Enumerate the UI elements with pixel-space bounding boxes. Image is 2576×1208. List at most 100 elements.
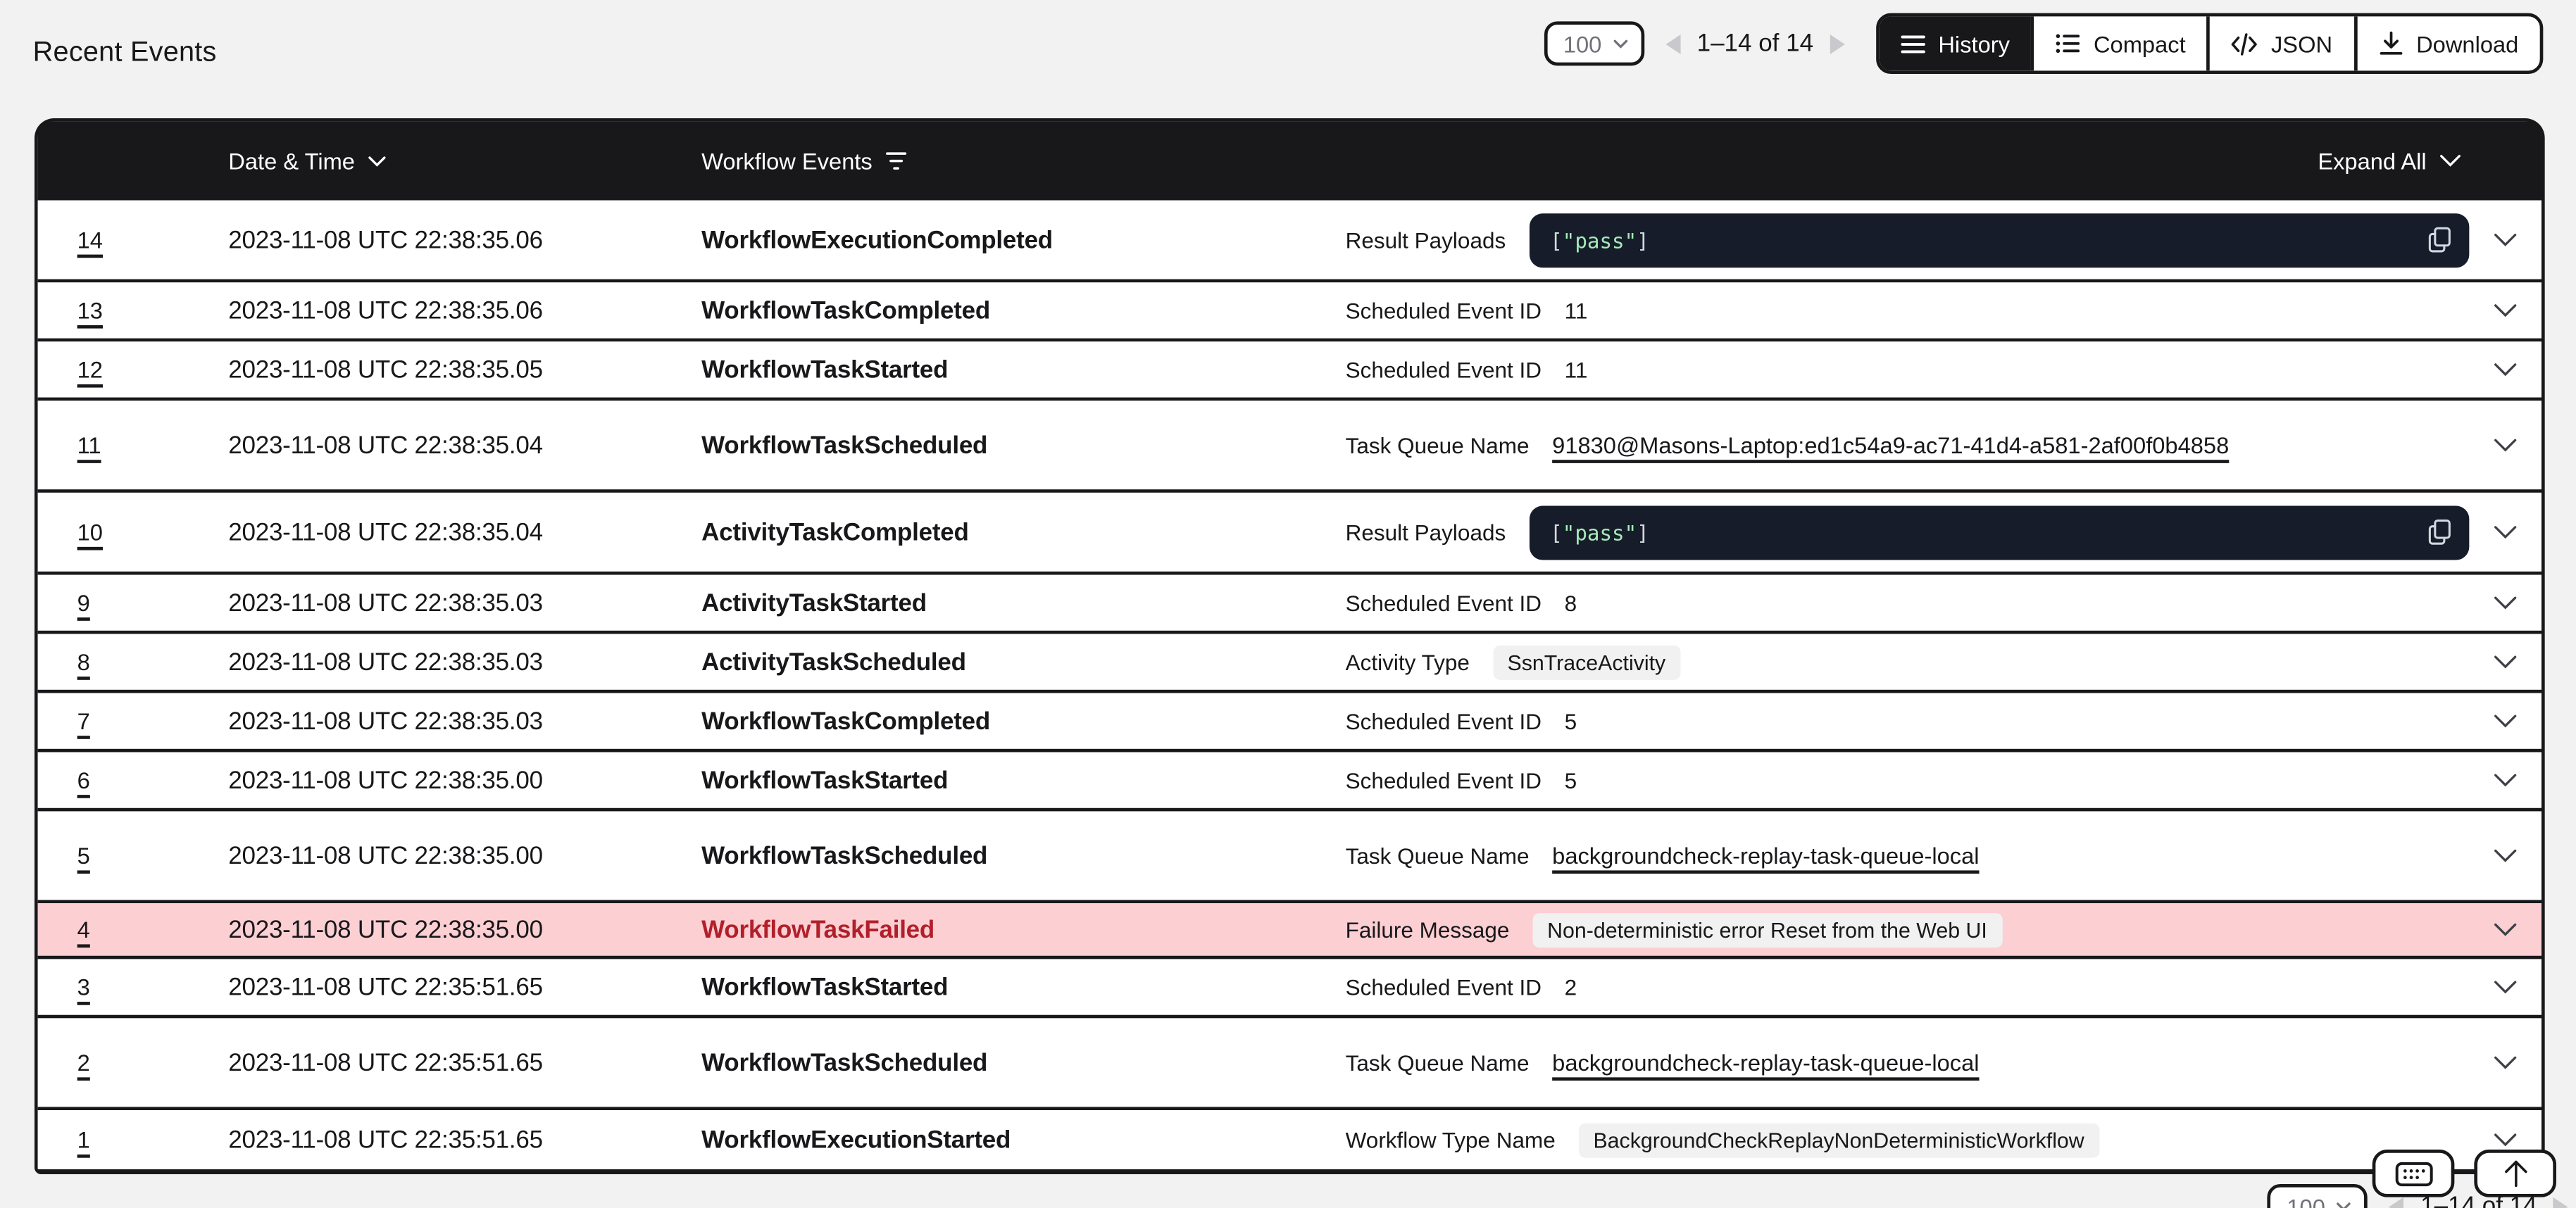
- row-expand-chevron-icon[interactable]: [2469, 923, 2541, 936]
- table-row[interactable]: 12 2023-11-08 UTC 22:38:35.05 WorkflowTa…: [38, 341, 2541, 401]
- event-detail: Task Queue Name 91830@Masons-Laptop:ed1c…: [1346, 432, 2470, 458]
- event-date: 2023-11-08 UTC 22:38:35.06: [228, 296, 701, 325]
- prev-arrow-icon: [2388, 1195, 2406, 1208]
- table-row[interactable]: 1 2023-11-08 UTC 22:35:51.65 WorkflowExe…: [38, 1110, 2541, 1169]
- event-detail: Scheduled Event ID 2: [1346, 975, 2470, 1000]
- next-arrow-icon: [1828, 32, 1846, 55]
- detail-badge: Non-deterministic error Reset from the W…: [1532, 912, 2002, 947]
- expand-all-button[interactable]: Expand All: [2318, 148, 2541, 174]
- table-row[interactable]: 8 2023-11-08 UTC 22:38:35.03 ActivityTas…: [38, 634, 2541, 693]
- row-expand-chevron-icon[interactable]: [2469, 233, 2541, 246]
- table-row[interactable]: 4 2023-11-08 UTC 22:38:35.00 WorkflowTas…: [38, 903, 2541, 959]
- row-expand-chevron-icon[interactable]: [2469, 981, 2541, 994]
- detail-label: Workflow Type Name: [1346, 1128, 1556, 1152]
- row-expand-chevron-icon[interactable]: [2469, 715, 2541, 728]
- chevron-down-icon: [2439, 154, 2461, 168]
- event-name: WorkflowTaskScheduled: [701, 842, 1345, 870]
- event-date: 2023-11-08 UTC 22:38:35.03: [228, 707, 701, 735]
- event-detail: Failure Message Non-deterministic error …: [1346, 912, 2470, 947]
- view-download-button[interactable]: Download: [2353, 16, 2539, 70]
- code-string: "pass": [1563, 227, 1637, 252]
- event-id-link[interactable]: 10: [38, 519, 229, 545]
- event-id-link[interactable]: 12: [38, 356, 229, 382]
- detail-label: Result Payloads: [1346, 227, 1506, 252]
- toolbar: 100 1–14 of 14 History: [1544, 13, 2543, 74]
- code-open: [: [1550, 520, 1563, 544]
- row-expand-chevron-icon[interactable]: [2469, 849, 2541, 862]
- view-history-button[interactable]: History: [1879, 16, 2031, 70]
- code-icon: [2232, 32, 2258, 55]
- event-id-link[interactable]: 8: [38, 648, 229, 674]
- detail-value: 11: [1565, 357, 1588, 382]
- event-id-link[interactable]: 4: [38, 917, 229, 943]
- per-page-select[interactable]: 100: [1544, 21, 1644, 65]
- bottom-pagination: 100 1–14 of 14: [2267, 1184, 2570, 1208]
- event-id-link[interactable]: 13: [38, 297, 229, 323]
- row-expand-chevron-icon[interactable]: [2469, 304, 2541, 317]
- event-name: WorkflowTaskScheduled: [701, 431, 1345, 459]
- table-row[interactable]: 9 2023-11-08 UTC 22:38:35.03 ActivityTas…: [38, 575, 2541, 634]
- detail-label: Task Queue Name: [1346, 1050, 1530, 1075]
- payload-code: ["pass"]: [1550, 227, 1649, 252]
- row-expand-chevron-icon[interactable]: [2469, 439, 2541, 452]
- view-compact-button[interactable]: Compact: [2031, 16, 2207, 70]
- next-page-button[interactable]: [1828, 32, 1846, 55]
- event-id-link[interactable]: 3: [38, 974, 229, 1000]
- event-id-link[interactable]: 6: [38, 767, 229, 793]
- table-row[interactable]: 13 2023-11-08 UTC 22:38:35.06 WorkflowTa…: [38, 282, 2541, 341]
- next-arrow-icon: [2552, 1195, 2570, 1208]
- event-id-link[interactable]: 14: [38, 227, 229, 253]
- view-toggle-group: History Compact JSON Download: [1876, 13, 2544, 74]
- event-id-link[interactable]: 2: [38, 1050, 229, 1076]
- prev-page-button-bottom[interactable]: [2388, 1195, 2406, 1208]
- code-close: ]: [1637, 227, 1649, 252]
- workflow-events-header[interactable]: Workflow Events: [701, 148, 1345, 174]
- per-page-value: 100: [2287, 1193, 2325, 1208]
- view-json-button[interactable]: JSON: [2207, 16, 2353, 70]
- event-name: ActivityTaskScheduled: [701, 648, 1345, 676]
- event-date: 2023-11-08 UTC 22:38:35.06: [228, 226, 701, 254]
- event-name: WorkflowTaskStarted: [701, 356, 1345, 384]
- date-time-header[interactable]: Date & Time: [228, 148, 701, 174]
- table-row[interactable]: 14 2023-11-08 UTC 22:38:35.06 WorkflowEx…: [38, 201, 2541, 283]
- next-page-button-bottom[interactable]: [2552, 1195, 2570, 1208]
- table-row[interactable]: 10 2023-11-08 UTC 22:38:35.04 ActivityTa…: [38, 493, 2541, 575]
- event-id-link[interactable]: 11: [38, 432, 229, 458]
- detail-link[interactable]: backgroundcheck-replay-task-queue-local: [1552, 1050, 1979, 1076]
- table-row[interactable]: 11 2023-11-08 UTC 22:38:35.04 WorkflowTa…: [38, 401, 2541, 493]
- row-expand-chevron-icon[interactable]: [2469, 655, 2541, 669]
- table-row[interactable]: 6 2023-11-08 UTC 22:38:35.00 WorkflowTas…: [38, 752, 2541, 811]
- event-id-link[interactable]: 9: [38, 590, 229, 616]
- detail-link[interactable]: backgroundcheck-replay-task-queue-local: [1552, 843, 1979, 869]
- row-expand-chevron-icon[interactable]: [2469, 1056, 2541, 1069]
- table-row[interactable]: 7 2023-11-08 UTC 22:38:35.03 WorkflowTas…: [38, 693, 2541, 752]
- prev-arrow-icon: [1664, 32, 1682, 55]
- row-expand-chevron-icon[interactable]: [2469, 1133, 2541, 1147]
- detail-link[interactable]: 91830@Masons-Laptop:ed1c54a9-ac71-41d4-a…: [1552, 432, 2229, 458]
- row-expand-chevron-icon[interactable]: [2469, 596, 2541, 610]
- event-detail: Scheduled Event ID 8: [1346, 591, 2470, 615]
- row-expand-chevron-icon[interactable]: [2469, 363, 2541, 377]
- table-row[interactable]: 3 2023-11-08 UTC 22:35:51.65 WorkflowTas…: [38, 959, 2541, 1018]
- table-row[interactable]: 5 2023-11-08 UTC 22:38:35.00 WorkflowTas…: [38, 811, 2541, 903]
- event-detail: Activity Type SsnTraceActivity: [1346, 645, 2470, 679]
- event-date: 2023-11-08 UTC 22:35:51.65: [228, 1049, 701, 1077]
- event-id-link[interactable]: 7: [38, 707, 229, 734]
- event-id-link[interactable]: 1: [38, 1126, 229, 1152]
- detail-value: 5: [1565, 709, 1577, 734]
- table-row[interactable]: 2 2023-11-08 UTC 22:35:51.65 WorkflowTas…: [38, 1018, 2541, 1110]
- detail-value: 11: [1565, 298, 1588, 322]
- event-name: WorkflowExecutionCompleted: [701, 226, 1345, 254]
- row-expand-chevron-icon[interactable]: [2469, 526, 2541, 539]
- per-page-select-bottom[interactable]: 100: [2267, 1184, 2368, 1208]
- event-id-link[interactable]: 5: [38, 843, 229, 869]
- detail-label: Activity Type: [1346, 650, 1470, 674]
- prev-page-button[interactable]: [1664, 32, 1682, 55]
- detail-label: Scheduled Event ID: [1346, 975, 1542, 1000]
- copy-icon[interactable]: [2428, 519, 2451, 545]
- row-expand-chevron-icon[interactable]: [2469, 774, 2541, 787]
- copy-icon[interactable]: [2428, 227, 2451, 253]
- event-date: 2023-11-08 UTC 22:38:35.05: [228, 356, 701, 384]
- download-icon: [2378, 31, 2403, 56]
- detail-badge: SsnTraceActivity: [1493, 645, 1681, 679]
